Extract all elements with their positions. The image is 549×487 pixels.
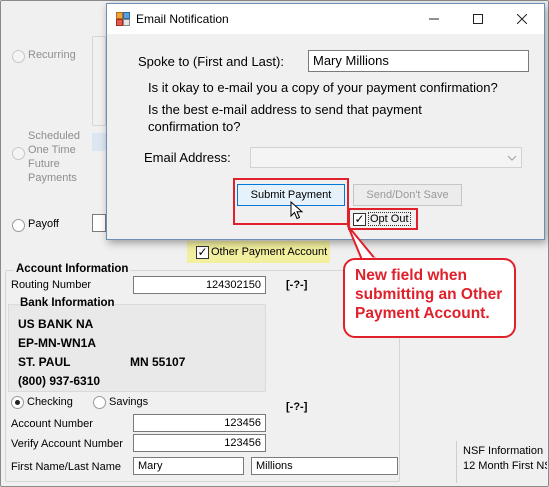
payoff-label: Payoff [28, 218, 59, 230]
maximize-icon [473, 14, 483, 24]
spoke-to-label: Spoke to (First and Last): [138, 54, 284, 69]
dialog-title: Email Notification [136, 12, 229, 26]
account-info-heading: Account Information [14, 263, 131, 275]
minimize-button[interactable] [412, 4, 456, 34]
name-label: First Name/Last Name [11, 461, 122, 473]
savings-radio[interactable] [93, 396, 106, 409]
annotation-callout: New field when submitting an Other Payme… [343, 258, 516, 338]
question-best-address: Is the best e-mail address to send that … [148, 102, 422, 134]
bank-phone: (800) 937-6310 [18, 374, 101, 388]
checking-radio[interactable] [11, 396, 24, 409]
minimize-icon [429, 18, 439, 20]
account-help-link[interactable]: [-?-] [286, 401, 307, 413]
question-email-copy: Is it okay to e-mail you a copy of your … [148, 80, 498, 95]
bank-city: ST. PAUL [18, 355, 71, 369]
chevron-down-icon [507, 155, 517, 161]
account-number-label: Account Number [11, 418, 93, 430]
dialog-titlebar: Email Notification [107, 4, 544, 34]
scheduled-radio[interactable] [12, 147, 25, 160]
other-payment-checkbox[interactable]: ✓ [196, 246, 209, 259]
routing-help-link[interactable]: [-?-] [286, 279, 307, 291]
last-name-input[interactable]: Millions [251, 457, 398, 475]
checking-label: Checking [27, 396, 73, 408]
close-button[interactable] [500, 4, 544, 34]
nsf-info-heading: NSF Information [463, 445, 544, 457]
savings-label: Savings [109, 396, 149, 408]
email-notification-dialog: Email Notification Spoke to (First and L… [106, 3, 545, 240]
first-name-input[interactable]: Mary [133, 457, 244, 475]
spoke-to-input[interactable]: Mary Millions [308, 50, 529, 72]
app-icon [116, 12, 130, 26]
routing-number-input[interactable]: 124302150 [133, 276, 266, 294]
send-dont-save-button[interactable]: Send/Don't Save [353, 184, 462, 206]
bank-name: US BANK NA [18, 317, 94, 331]
bank-state-zip: MN 55107 [130, 355, 186, 369]
recurring-label: Recurring [28, 49, 76, 61]
scheduled-header-strip [92, 133, 106, 151]
email-address-dropdown[interactable] [250, 147, 522, 168]
nsf-divider [456, 441, 457, 483]
payoff-amount-field[interactable] [92, 214, 106, 232]
recurring-radio[interactable] [12, 50, 25, 63]
payoff-radio[interactable] [12, 219, 25, 232]
scheduled-label: Scheduled One Time Future Payments [28, 130, 80, 184]
mouse-cursor-icon [290, 201, 304, 220]
verify-account-label: Verify Account Number [11, 438, 123, 450]
account-number-input[interactable]: 123456 [133, 414, 266, 432]
nsf-12-month: 12 Month First NS [463, 460, 547, 472]
verify-account-input[interactable]: 123456 [133, 434, 266, 452]
routing-label: Routing Number [11, 279, 92, 291]
recurring-group [92, 36, 106, 126]
close-icon [516, 13, 528, 25]
bank-info-heading: Bank Information [20, 297, 115, 309]
email-address-label: Email Address: [144, 150, 231, 165]
maximize-button[interactable] [456, 4, 500, 34]
other-payment-label: Other Payment Account [211, 246, 328, 258]
bank-code: EP-MN-WN1A [18, 336, 96, 350]
